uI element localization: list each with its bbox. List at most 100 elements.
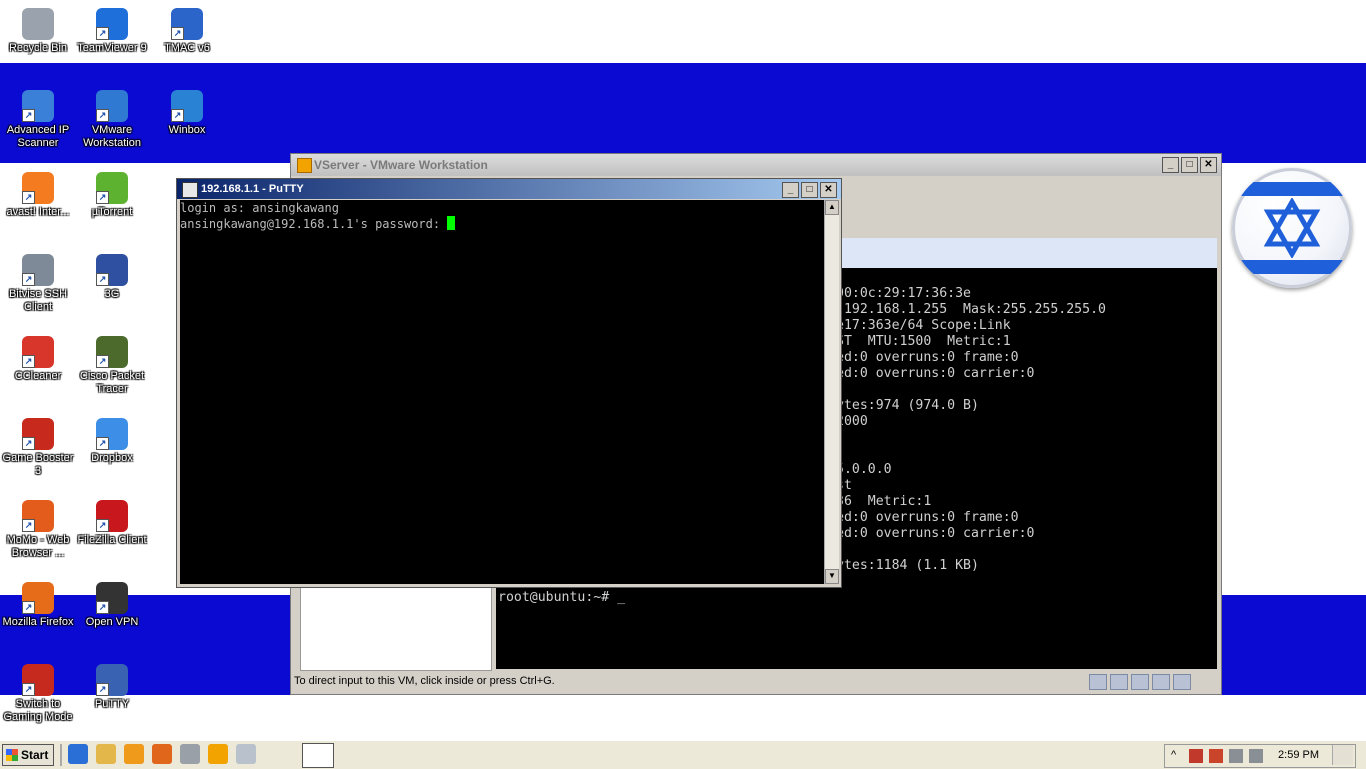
shortcut-arrow-icon: ↗ [171,27,184,40]
start-button[interactable]: Start [2,744,54,766]
taskbar-separator [60,744,62,766]
desktop-shortcut-label: MoMo - Web Browser ... [6,534,70,559]
putty-minimize-button[interactable]: _ [782,182,799,198]
desktop-shortcut[interactable]: ↗ Advanced IP Scanner [0,90,76,150]
putty-quick-icon[interactable] [180,744,200,764]
desktop-shortcut[interactable]: ↗ 3G [74,254,150,301]
desktop-shortcut[interactable]: ↗ Switch to Gaming Mode [0,664,76,724]
desktop-shortcut-label: Recycle Bin [8,42,68,54]
vm-console-line: st [836,478,852,493]
shortcut-arrow-icon: ↗ [96,519,109,532]
putty-scrollbar[interactable]: ▲ ▼ [824,200,839,584]
desktop-shortcut[interactable]: ↗ VMware Workstation [74,90,150,150]
desktop-shortcut[interactable]: ↗ Winbox [149,90,225,137]
terminal-login-line: login as: ansingkawang [180,201,339,215]
desktop-shortcut-label: PuTTY [94,698,130,710]
vmware-icon: ↗ [96,90,128,122]
windows-logo-icon [6,749,18,761]
display-icon[interactable] [1173,674,1191,690]
maximize-button[interactable]: □ [1181,157,1198,173]
utorrent-icon: ↗ [96,172,128,204]
desktop-shortcut[interactable]: ↗ avast! Inter... [0,172,76,219]
putty-close-button[interactable]: ✕ [820,182,837,198]
putty-titlebar[interactable]: 192.168.1.1 - PuTTY _ □ ✕ [177,179,841,199]
filezilla-icon: ↗ [96,500,128,532]
putty-icon: ↗ [96,664,128,696]
clock[interactable]: 2:59 PM [1278,749,1319,761]
explorer-folder-icon[interactable] [96,744,116,764]
desktop-shortcut[interactable]: ↗ Dropbox [74,418,150,465]
internet-explorer-icon[interactable] [68,744,88,764]
desktop-shortcut[interactable]: ↗ TMAC v6 [149,8,225,55]
winbox-icon: ↗ [171,90,203,122]
putty-maximize-button[interactable]: □ [801,182,818,198]
desktop-shortcut[interactable]: ↗ TeamViewer 9 [74,8,150,55]
desktop-shortcut[interactable]: ↗ Mozilla Firefox [0,582,76,629]
vm-console-line: ST MTU:1500 Metric:1 [836,334,1011,349]
desktop-shortcut[interactable]: ↗ PuTTY [74,664,150,711]
media-player-icon[interactable] [124,744,144,764]
israel-flag-badge-icon [1232,168,1352,288]
taskbar: Start ^ 2:59 PM [0,740,1366,769]
desktop-shortcut[interactable]: ↗ FileZilla Client [74,500,150,547]
vmware-titlebar[interactable]: VServer - VMware Workstation _ □ ✕ [291,154,1221,176]
gaming-mode-icon: ↗ [22,664,54,696]
desktop-shortcut[interactable]: ↗ Cisco Packet Tracer [74,336,150,396]
desktop-shortcut-label: Dropbox [91,452,133,464]
vm-console-line: 5.0.0.0 [836,462,892,477]
hard-disk-icon[interactable] [1089,674,1107,690]
desktop-shortcut[interactable]: ↗ Bitvise SSH Client [0,254,76,314]
app-taskbar-icon[interactable] [236,744,256,764]
scroll-up-arrow-icon[interactable]: ▲ [825,200,839,215]
shortcut-arrow-icon: ↗ [96,109,109,122]
shortcut-arrow-icon: ↗ [22,109,35,122]
game-booster-icon: ↗ [22,418,54,450]
shortcut-arrow-icon: ↗ [96,273,109,286]
usb-icon[interactable] [1131,674,1149,690]
volume-icon[interactable] [1249,749,1263,763]
vm-console-line [836,430,1106,446]
desktop-shortcut[interactable]: ↗ Open VPN [74,582,150,629]
vmware-taskbar-icon[interactable] [208,744,228,764]
desktop-shortcut[interactable]: ↗ MoMo - Web Browser ... [0,500,76,560]
desktop-shortcut[interactable]: ↗ CCleaner [0,336,76,383]
vm-device-icons [1089,674,1191,690]
vm-console-line: 36 Metric:1 [836,494,932,509]
shortcut-arrow-icon: ↗ [22,273,35,286]
tray-app-icon[interactable] [1209,749,1223,763]
sound-icon[interactable] [1152,674,1170,690]
desktop-shortcut-label: Mozilla Firefox [2,616,74,628]
shortcut-arrow-icon: ↗ [96,191,109,204]
close-button[interactable]: ✕ [1200,157,1217,173]
packet-tracer-icon: ↗ [96,336,128,368]
vm-console-line: ytes:974 (974.0 B) [836,398,979,413]
minimize-button[interactable]: _ [1162,157,1179,173]
firefox-taskbar-icon[interactable] [152,744,172,764]
vm-header-strip [841,238,1217,269]
desktop-shortcut[interactable]: ↗ µTorrent [74,172,150,219]
terminal-password-prompt: ansingkawang@192.168.1.1's password: [180,217,448,231]
desktop-shortcut-label: TeamViewer 9 [77,42,147,54]
desktop-shortcut[interactable]: ↗ Game Booster 3 [0,418,76,478]
putty-window[interactable]: 192.168.1.1 - PuTTY _ □ ✕ login as: ansi… [176,178,842,588]
network-adapter-icon[interactable] [1110,674,1128,690]
desktop-shortcut-label: µTorrent [91,206,133,218]
firefox-icon: ↗ [22,582,54,614]
putty-title: 192.168.1.1 - PuTTY [201,183,304,195]
vm-console-prompt: root@ubuntu:~# _ [498,590,626,605]
scroll-down-arrow-icon[interactable]: ▼ [825,569,839,584]
putty-app-icon [182,182,198,198]
show-desktop-button[interactable] [1332,745,1353,765]
show-hidden-icons-chevron-icon[interactable]: ^ [1171,749,1185,763]
desktop-shortcut[interactable]: Recycle Bin [0,8,76,55]
desktop-shortcut-label: FileZilla Client [77,534,147,546]
desktop-shortcut-label: Advanced IP Scanner [6,124,70,149]
bitvise-icon: ↗ [22,254,54,286]
quick-launch [68,744,256,764]
network-icon[interactable] [1229,749,1243,763]
vm-library-pane[interactable] [300,585,492,671]
desktop-shortcut-label: Cisco Packet Tracer [79,370,145,395]
putty-taskbar-button[interactable] [302,743,334,768]
putty-terminal[interactable]: login as: ansingkawang ansingkawang@192.… [180,200,824,584]
action-center-flag-icon[interactable] [1189,749,1203,763]
